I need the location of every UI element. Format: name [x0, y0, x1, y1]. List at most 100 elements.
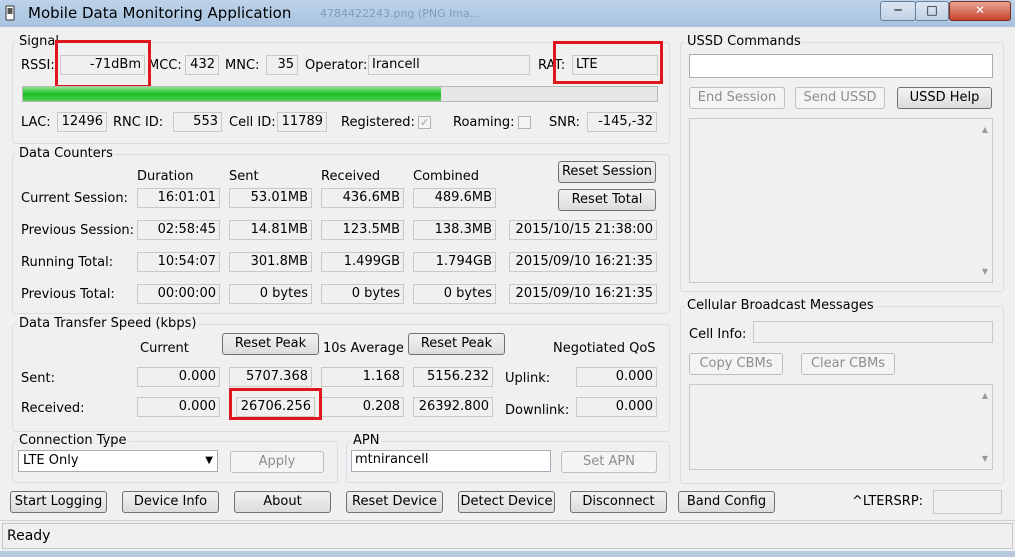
chevron-down-icon: ▼: [205, 455, 213, 466]
band-config-button[interactable]: Band Config: [678, 491, 775, 513]
recv-peak-highlight-box: [229, 388, 322, 420]
counter-duration-field: 00:00:00: [137, 284, 220, 304]
speed-sent-label: Sent:: [21, 371, 55, 386]
clear-cbms-button[interactable]: Clear CBMs: [801, 353, 895, 375]
copy-cbms-button[interactable]: Copy CBMs: [689, 353, 783, 375]
ltersrp-label: ^LTERSRP:: [852, 494, 924, 509]
cbm-message-area[interactable]: ▲ ▼: [689, 384, 993, 470]
signal-strength-bar: [22, 86, 658, 102]
rnc-label: RNC ID:: [113, 115, 164, 130]
scroll-up-icon[interactable]: ▲: [982, 125, 988, 134]
apply-button[interactable]: Apply: [230, 451, 324, 473]
scroll-down-icon[interactable]: ▼: [982, 267, 988, 276]
counter-received-field: 0 bytes: [321, 284, 404, 304]
ussd-response-area[interactable]: ▲ ▼: [689, 118, 993, 283]
mnc-label: MNC:: [225, 58, 260, 73]
registered-checkbox[interactable]: ✓: [418, 116, 431, 129]
data-counters-group-title: Data Counters: [17, 146, 115, 161]
scroll-down-icon[interactable]: ▼: [982, 454, 988, 463]
combined-header: Combined: [413, 169, 480, 184]
reset-avg-peak-button[interactable]: Reset Peak: [408, 333, 505, 355]
recv-avg-field: 0.208: [321, 397, 404, 417]
sent-current-field: 0.000: [137, 367, 220, 387]
signal-strength-fill: [23, 87, 442, 101]
speed-group-title: Data Transfer Speed (kbps): [17, 316, 199, 331]
maximize-button[interactable]: □: [915, 1, 949, 21]
qos-header: Negotiated QoS: [553, 341, 656, 356]
sent-avg-field: 1.168: [321, 367, 404, 387]
mnc-field: 35: [266, 55, 298, 75]
recv-avg-peak-field: 26392.800: [413, 397, 493, 417]
rnc-field: 553: [173, 112, 222, 132]
lac-label: LAC:: [21, 115, 51, 130]
close-icon: ✕: [974, 3, 986, 17]
reset-total-button[interactable]: Reset Total: [558, 189, 656, 211]
cell-info-label: Cell Info:: [689, 327, 747, 342]
start-logging-button[interactable]: Start Logging: [10, 491, 107, 513]
status-bar: Ready: [2, 523, 1013, 549]
connection-type-value: LTE Only: [23, 453, 79, 468]
lac-field: 12496: [57, 112, 107, 132]
counter-duration-field: 02:58:45: [137, 220, 220, 240]
close-button[interactable]: ✕: [949, 1, 1011, 21]
status-divider: [0, 520, 1015, 521]
about-button[interactable]: About: [234, 491, 331, 513]
connection-type-group-title: Connection Type: [17, 433, 129, 448]
counter-sent-field: 0 bytes: [229, 284, 312, 304]
connection-type-select[interactable]: LTE Only ▼: [18, 450, 218, 472]
mcc-field: 432: [185, 55, 219, 75]
rat-highlight-box: [553, 41, 663, 84]
operator-field: Irancell: [368, 55, 530, 75]
ussd-input[interactable]: [689, 54, 993, 78]
counter-date-field: 2015/10/15 21:38:00: [509, 220, 657, 240]
counter-received-field: 436.6MB: [321, 188, 404, 208]
cbm-group-title: Cellular Broadcast Messages: [685, 298, 876, 313]
registered-label: Registered:: [341, 115, 415, 130]
cellid-label: Cell ID:: [229, 115, 276, 130]
ussd-help-button[interactable]: USSD Help: [897, 87, 992, 109]
counter-duration-field: 10:54:07: [137, 252, 220, 272]
roaming-checkbox[interactable]: [518, 116, 531, 129]
rssi-highlight-box: [55, 40, 151, 88]
disconnect-button[interactable]: Disconnect: [570, 491, 667, 513]
title-bar: Mobile Data Monitoring Application 47844…: [0, 0, 1015, 27]
operator-label: Operator:: [305, 58, 368, 73]
snr-field: -145,-32: [587, 112, 657, 132]
reset-device-button[interactable]: Reset Device: [346, 491, 443, 513]
end-session-button[interactable]: End Session: [689, 87, 785, 109]
counter-received-field: 1.499GB: [321, 252, 404, 272]
counter-received-field: 123.5MB: [321, 220, 404, 240]
counter-combined-field: 0 bytes: [413, 284, 496, 304]
uplink-field: 0.000: [576, 367, 657, 387]
current-header: Current: [140, 341, 189, 356]
minimize-icon: ─: [894, 3, 902, 17]
recv-current-field: 0.000: [137, 397, 220, 417]
snr-label: SNR:: [549, 115, 580, 130]
send-ussd-button[interactable]: Send USSD: [795, 87, 885, 109]
sent-peak-field: 5707.368: [229, 367, 312, 387]
counter-row-label: Running Total:: [21, 255, 114, 270]
device-info-button[interactable]: Device Info: [122, 491, 219, 513]
set-apn-button[interactable]: Set APN: [561, 451, 657, 473]
reset-peak-button[interactable]: Reset Peak: [222, 333, 319, 355]
status-text: Ready: [7, 528, 51, 544]
duration-header: Duration: [137, 169, 194, 184]
apn-group-title: APN: [351, 433, 382, 448]
counter-combined-field: 138.3MB: [413, 220, 496, 240]
reset-session-button[interactable]: Reset Session: [558, 161, 656, 183]
window-title: Mobile Data Monitoring Application: [28, 4, 292, 22]
counter-sent-field: 14.81MB: [229, 220, 312, 240]
ussd-group-title: USSD Commands: [685, 34, 803, 49]
sent-avg-peak-field: 5156.232: [413, 367, 493, 387]
apn-input[interactable]: mtnirancell: [351, 450, 551, 472]
minimize-button[interactable]: ─: [880, 1, 916, 21]
counter-date-field: 2015/09/10 16:21:35: [509, 284, 657, 304]
counter-duration-field: 16:01:01: [137, 188, 220, 208]
cellid-field: 11789: [277, 112, 327, 132]
counter-sent-field: 301.8MB: [229, 252, 312, 272]
scroll-up-icon[interactable]: ▲: [982, 391, 988, 400]
detect-device-button[interactable]: Detect Device: [458, 491, 555, 513]
app-icon: [5, 5, 15, 21]
counter-row-label: Current Session:: [21, 191, 128, 206]
maximize-icon: □: [926, 3, 938, 17]
